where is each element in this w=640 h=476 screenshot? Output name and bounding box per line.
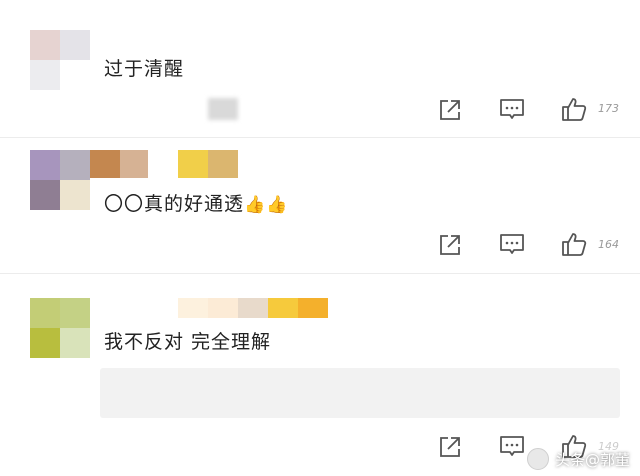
like-icon[interactable] (561, 96, 587, 122)
blurred-reply (100, 368, 620, 418)
comment-icon[interactable] (499, 98, 525, 122)
thumbs-up-emoji: 👍👍 (244, 195, 289, 215)
share-icon[interactable] (438, 98, 462, 122)
watermark-logo-icon (526, 448, 549, 470)
comment-text: 〇〇真的好通透👍👍 (104, 193, 288, 216)
watermark-text: 头条@郭董 (554, 450, 630, 469)
share-icon[interactable] (438, 435, 462, 459)
divider (0, 137, 640, 138)
like-count: 164 (598, 238, 619, 251)
comment-icon[interactable] (499, 435, 525, 459)
watermark: 头条@郭董 (526, 448, 630, 470)
like-count: 173 (598, 102, 619, 115)
like-icon[interactable] (561, 231, 587, 257)
comment-text: 我不反对 完全理解 (104, 331, 272, 353)
comment-text-body: 〇〇真的好通透 (104, 193, 245, 215)
share-icon[interactable] (438, 233, 462, 257)
divider (0, 273, 640, 274)
comment-icon[interactable] (499, 233, 525, 257)
blurred-region (208, 98, 238, 120)
comment-text: 过于清醒 (104, 58, 185, 80)
